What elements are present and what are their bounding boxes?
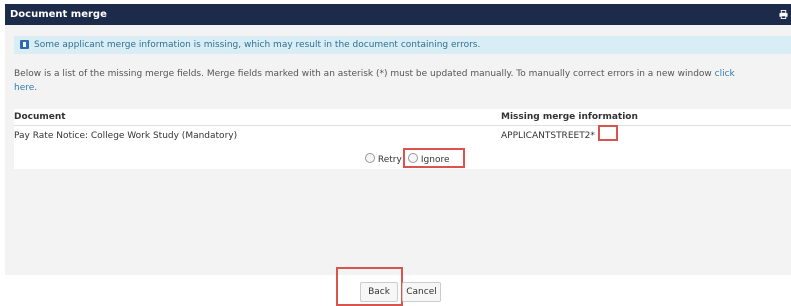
print-icon[interactable] <box>779 10 788 19</box>
document-name: Pay Rate Notice: College Work Study (Man… <box>14 131 238 141</box>
missing-info-alert: Some applicant merge information is miss… <box>14 36 791 54</box>
merge-description: Below is a list of the missing merge fie… <box>14 67 754 95</box>
retry-label: Retry <box>377 155 402 165</box>
dialog-body: Some applicant merge information is miss… <box>5 25 791 275</box>
retry-radio[interactable] <box>365 153 375 163</box>
description-end: . <box>34 83 38 93</box>
asterisk-highlight <box>598 125 618 141</box>
missing-field-name: APPLICANTSTREET2* <box>501 131 595 141</box>
dialog-titlebar: Document merge <box>5 4 791 25</box>
table-header: Document Missing merge information <box>14 109 791 126</box>
ignore-highlight <box>403 148 465 168</box>
document-column-header: Document <box>14 112 66 122</box>
description-text: Below is a list of the missing merge fie… <box>14 69 715 79</box>
cancel-button[interactable]: Cancel <box>402 282 441 302</box>
dialog-title: Document merge <box>10 9 107 20</box>
back-button[interactable]: Back <box>360 282 398 302</box>
info-icon <box>20 40 29 49</box>
alert-text: Some applicant merge information is miss… <box>34 40 481 50</box>
retry-option[interactable]: Retry <box>365 153 402 165</box>
table-row: Pay Rate Notice: College Work Study (Man… <box>14 129 791 145</box>
missing-info-column-header: Missing merge information <box>501 112 638 122</box>
dialog-footer: Back Cancel <box>5 267 791 306</box>
missing-fields-table: Document Missing merge information Pay R… <box>14 109 791 169</box>
